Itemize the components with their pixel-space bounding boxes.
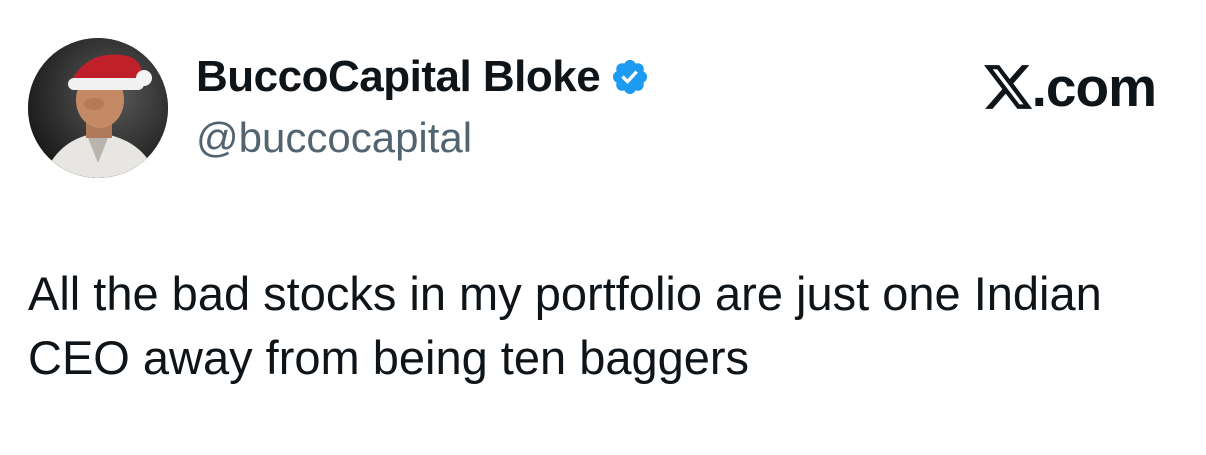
avatar[interactable] [28,38,168,178]
tweet-text: All the bad stocks in my portfolio are j… [28,267,1102,384]
author-handle[interactable]: @buccocapital [196,117,472,159]
author-display-name[interactable]: BuccoCapital Bloke [196,55,601,99]
verified-badge-icon [613,59,648,95]
x-logo-icon [983,64,1032,109]
avatar-image [28,38,168,178]
platform-domain: .com [1031,56,1157,118]
platform-watermark: .com [983,56,1157,118]
author-name-row: BuccoCapital Bloke [196,55,650,99]
